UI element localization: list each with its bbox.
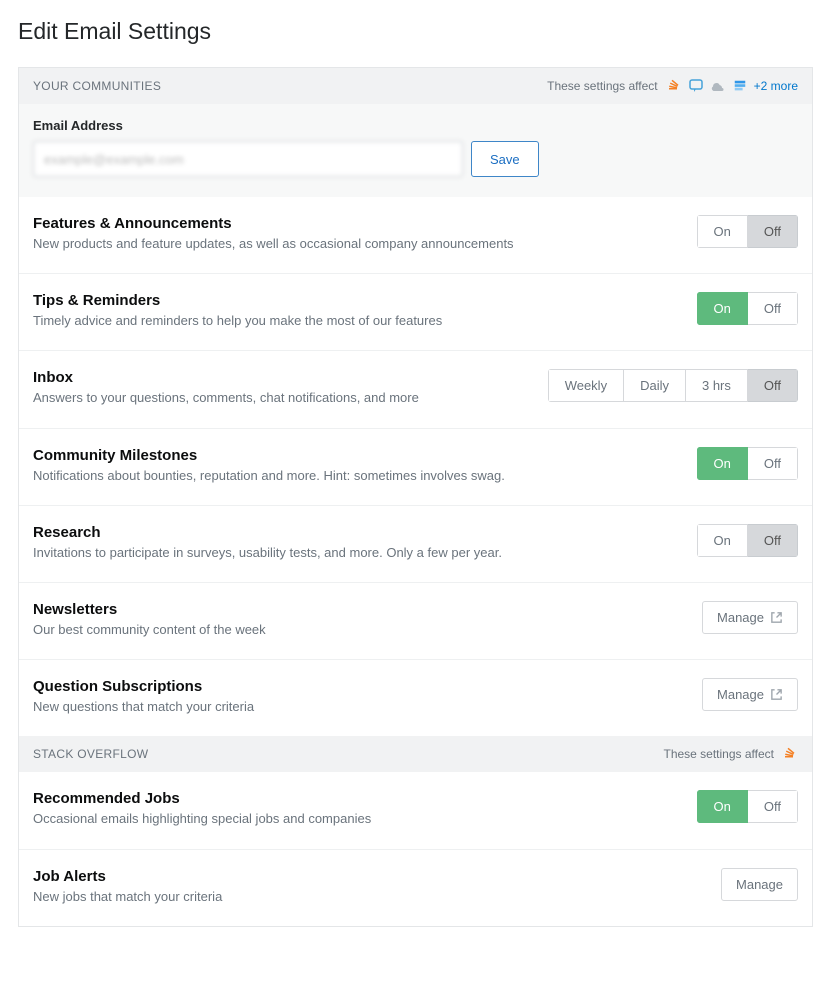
row-title: Features & Announcements [33, 215, 514, 232]
toggle-on[interactable]: On [697, 292, 748, 325]
row-title: Recommended Jobs [33, 790, 371, 807]
row-newsletters: Newsletters Our best community content o… [19, 582, 812, 659]
manage-label: Manage [717, 687, 764, 702]
toggle-milestones: On Off [697, 447, 798, 480]
toggle-tips: On Off [697, 292, 798, 325]
section-header-stackoverflow: STACK OVERFLOW These settings affect [19, 736, 812, 772]
toggle-on[interactable]: On [697, 524, 748, 557]
row-title: Job Alerts [33, 868, 222, 885]
external-link-icon [770, 688, 783, 701]
row-title: Newsletters [33, 601, 266, 618]
stackoverflow-icon [666, 78, 682, 94]
more-sites-link[interactable]: +2 more [754, 79, 798, 93]
toggle-off[interactable]: Off [748, 215, 798, 248]
toggle-off[interactable]: Off [748, 524, 798, 557]
row-desc: Our best community content of the week [33, 621, 266, 639]
row-features: Features & Announcements New products an… [19, 197, 812, 273]
affects-sites: These settings affect [663, 746, 798, 762]
row-questions: Question Subscriptions New questions tha… [19, 659, 812, 736]
toggle-inbox: Weekly Daily 3 hrs Off [548, 369, 798, 402]
settings-panel: YOUR COMMUNITIES These settings affect +… [18, 67, 813, 927]
row-desc: Occasional emails highlighting special j… [33, 810, 371, 828]
row-desc: Answers to your questions, comments, cha… [33, 389, 419, 407]
external-link-icon [770, 611, 783, 624]
manage-label: Manage [736, 877, 783, 892]
row-desc: Notifications about bounties, reputation… [33, 467, 505, 485]
cloud-icon [710, 78, 726, 94]
affects-sites: These settings affect +2 more [547, 78, 798, 94]
row-desc: Timely advice and reminders to help you … [33, 312, 442, 330]
toggle-recjobs: On Off [697, 790, 798, 823]
inbox-3hrs[interactable]: 3 hrs [686, 369, 748, 402]
toggle-features: On Off [697, 215, 798, 248]
inbox-weekly[interactable]: Weekly [548, 369, 624, 402]
stackexchange-icon [688, 78, 704, 94]
affects-label: These settings affect [663, 747, 774, 761]
section-header-label: YOUR COMMUNITIES [33, 79, 161, 93]
row-desc: New questions that match your criteria [33, 698, 254, 716]
email-block: Email Address Save [19, 104, 812, 197]
layers-icon [732, 78, 748, 94]
row-title: Community Milestones [33, 447, 505, 464]
row-desc: Invitations to participate in surveys, u… [33, 544, 502, 562]
section-header-communities: YOUR COMMUNITIES These settings affect +… [19, 68, 812, 104]
row-tips: Tips & Reminders Timely advice and remin… [19, 273, 812, 350]
manage-questions-button[interactable]: Manage [702, 678, 798, 711]
stackoverflow-icon [782, 746, 798, 762]
row-desc: New products and feature updates, as wel… [33, 235, 514, 253]
row-jobalerts: Job Alerts New jobs that match your crit… [19, 849, 812, 926]
row-title: Tips & Reminders [33, 292, 442, 309]
row-title: Question Subscriptions [33, 678, 254, 695]
toggle-on[interactable]: On [697, 447, 748, 480]
row-desc: New jobs that match your criteria [33, 888, 222, 906]
manage-newsletters-button[interactable]: Manage [702, 601, 798, 634]
email-label: Email Address [33, 118, 798, 133]
row-inbox: Inbox Answers to your questions, comment… [19, 350, 812, 427]
row-milestones: Community Milestones Notifications about… [19, 428, 812, 505]
toggle-on[interactable]: On [697, 215, 748, 248]
inbox-off[interactable]: Off [748, 369, 798, 402]
page-title: Edit Email Settings [18, 18, 813, 45]
row-research: Research Invitations to participate in s… [19, 505, 812, 582]
toggle-research: On Off [697, 524, 798, 557]
manage-label: Manage [717, 610, 764, 625]
toggle-off[interactable]: Off [748, 790, 798, 823]
toggle-off[interactable]: Off [748, 292, 798, 325]
row-recjobs: Recommended Jobs Occasional emails highl… [19, 772, 812, 848]
section-header-label: STACK OVERFLOW [33, 747, 148, 761]
toggle-off[interactable]: Off [748, 447, 798, 480]
email-field[interactable] [33, 141, 463, 177]
row-title: Research [33, 524, 502, 541]
inbox-daily[interactable]: Daily [624, 369, 686, 402]
save-button[interactable]: Save [471, 141, 539, 177]
manage-jobalerts-button[interactable]: Manage [721, 868, 798, 901]
row-title: Inbox [33, 369, 419, 386]
affects-label: These settings affect [547, 79, 658, 93]
toggle-on[interactable]: On [697, 790, 748, 823]
